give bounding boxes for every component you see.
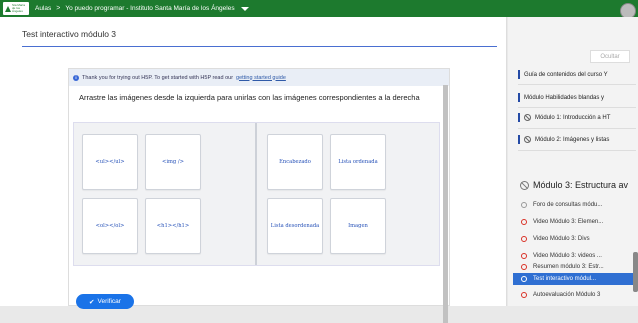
sidebar-item-modulo-2[interactable]: Módulo 2: Imágenes y listas [518, 135, 638, 144]
sidebar-item-label: Módulo 1: Introducción a HT [535, 114, 611, 121]
drop-zone-lista-ordenada[interactable]: Lista ordenada [330, 134, 386, 190]
activity-resumen[interactable]: Resumen módulo 3: Estr... [521, 261, 633, 273]
drop-zone-imagen[interactable]: Imagen [330, 198, 386, 254]
item-marker [518, 93, 520, 102]
school-logo[interactable]: Sta María de los Ángeles [3, 2, 29, 15]
drag-card-h1[interactable]: <h1></h1> [145, 198, 201, 254]
content-scrollbar[interactable] [443, 85, 448, 323]
divider [518, 150, 636, 151]
sidebar-scrollbar[interactable] [633, 252, 638, 292]
drop-zone-lista-desordenada[interactable]: Lista desordenada [267, 198, 323, 254]
chevron-down-icon[interactable] [240, 6, 249, 11]
drag-card-img[interactable]: <img /> [145, 134, 201, 190]
restricted-icon [524, 114, 531, 121]
item-marker [518, 70, 520, 79]
completion-icon [521, 236, 527, 242]
breadcrumb-aulas[interactable]: Aulas [35, 5, 51, 12]
sidebar-item-habilidades[interactable]: Módulo Habilidades blandas y [518, 93, 638, 102]
breadcrumb-separator: > [56, 5, 61, 12]
activity-foro[interactable]: Foro de consultas módu... [521, 199, 633, 211]
activity-test-interactivo[interactable]: Test interactivo módul... [513, 273, 636, 285]
drag-card-ol[interactable]: <ol></ol> [82, 198, 138, 254]
activity-autoevaluacion[interactable]: Autoevaluación Módulo 3 [521, 289, 633, 301]
restricted-icon [524, 136, 531, 143]
top-navbar: Sta María de los Ángeles Aulas > Yo pued… [0, 0, 638, 19]
item-marker [518, 113, 520, 122]
restricted-icon [520, 180, 529, 190]
activity-label: Video Módulo 3: videos ... [533, 253, 602, 259]
completion-icon [521, 202, 527, 208]
activity-label: Test interactivo módul... [533, 276, 597, 282]
hide-sidebar-button[interactable]: Ocultar [590, 50, 630, 63]
breadcrumb-course[interactable]: Yo puedo programar - Instituto Santa Mar… [65, 5, 234, 12]
activity-label: Foro de consultas módu... [533, 202, 603, 208]
breadcrumb: Aulas > Yo puedo programar - Instituto S… [35, 5, 235, 12]
verify-label: Verificar [97, 298, 121, 305]
logo-text: Sta María de los Ángeles [12, 3, 26, 13]
divider [518, 107, 636, 108]
check-icon: ✔ [89, 298, 95, 306]
logo-icon [5, 5, 11, 12]
main-content: Test interactivo módulo 3 i Thank you fo… [0, 17, 507, 323]
info-icon: i [73, 74, 79, 81]
sidebar-item-label: Módulo 2: Imágenes y listas [535, 136, 610, 143]
completion-icon [521, 292, 527, 298]
section-title: Módulo 3: Estructura av [533, 180, 629, 190]
sidebar-item-label: Módulo Habilidades blandas y [524, 94, 605, 101]
sidebar-item-label: Guía de contenidos del curso Y [524, 71, 608, 78]
completion-icon [521, 264, 527, 270]
activity-label: Video Módulo 3: Divs [533, 236, 590, 242]
completion-icon [521, 276, 527, 282]
activity-label: Resumen módulo 3: Estr... [533, 264, 604, 270]
sidebar-item-guia[interactable]: Guía de contenidos del curso Y [518, 70, 638, 79]
completion-icon [521, 253, 527, 259]
divider [518, 84, 636, 85]
drag-card-ul[interactable]: <ul></ul> [82, 134, 138, 190]
course-index-sidebar: Ocultar Guía de contenidos del curso Y M… [508, 17, 638, 306]
activity-video-elementos[interactable]: Video Módulo 3: Elemen... [521, 216, 633, 228]
activity-label: Video Módulo 3: Elemen... [533, 219, 604, 225]
drop-zone-encabezado[interactable]: Encabezado [267, 134, 323, 190]
verify-button[interactable]: ✔ Verificar [76, 294, 134, 309]
board-divider [255, 123, 257, 265]
section-modulo-3[interactable]: Módulo 3: Estructura av [520, 180, 628, 190]
getting-started-link[interactable]: getting started guide [236, 75, 286, 81]
completion-icon [521, 219, 527, 225]
divider [518, 128, 636, 129]
activity-label: Autoevaluación Módulo 3 [533, 292, 601, 298]
item-marker [518, 135, 520, 144]
sidebar-item-modulo-1[interactable]: Módulo 1: Introducción a HT [518, 113, 638, 122]
activity-video-divs[interactable]: Video Módulo 3: Divs [521, 233, 633, 245]
h5p-activity: i Thank you for trying out H5P. To get s… [68, 68, 450, 309]
notice-text: Thank you for trying out H5P. To get sta… [82, 74, 234, 81]
page-title: Test interactivo módulo 3 [22, 29, 117, 39]
h5p-notice: i Thank you for trying out H5P. To get s… [69, 69, 449, 86]
title-underline [22, 46, 497, 47]
drag-drop-board: <ul></ul> <img /> <ol></ol> <h1></h1> En… [73, 122, 440, 266]
question-text: Arrastre las imágenes desde la izquierda… [79, 93, 420, 102]
